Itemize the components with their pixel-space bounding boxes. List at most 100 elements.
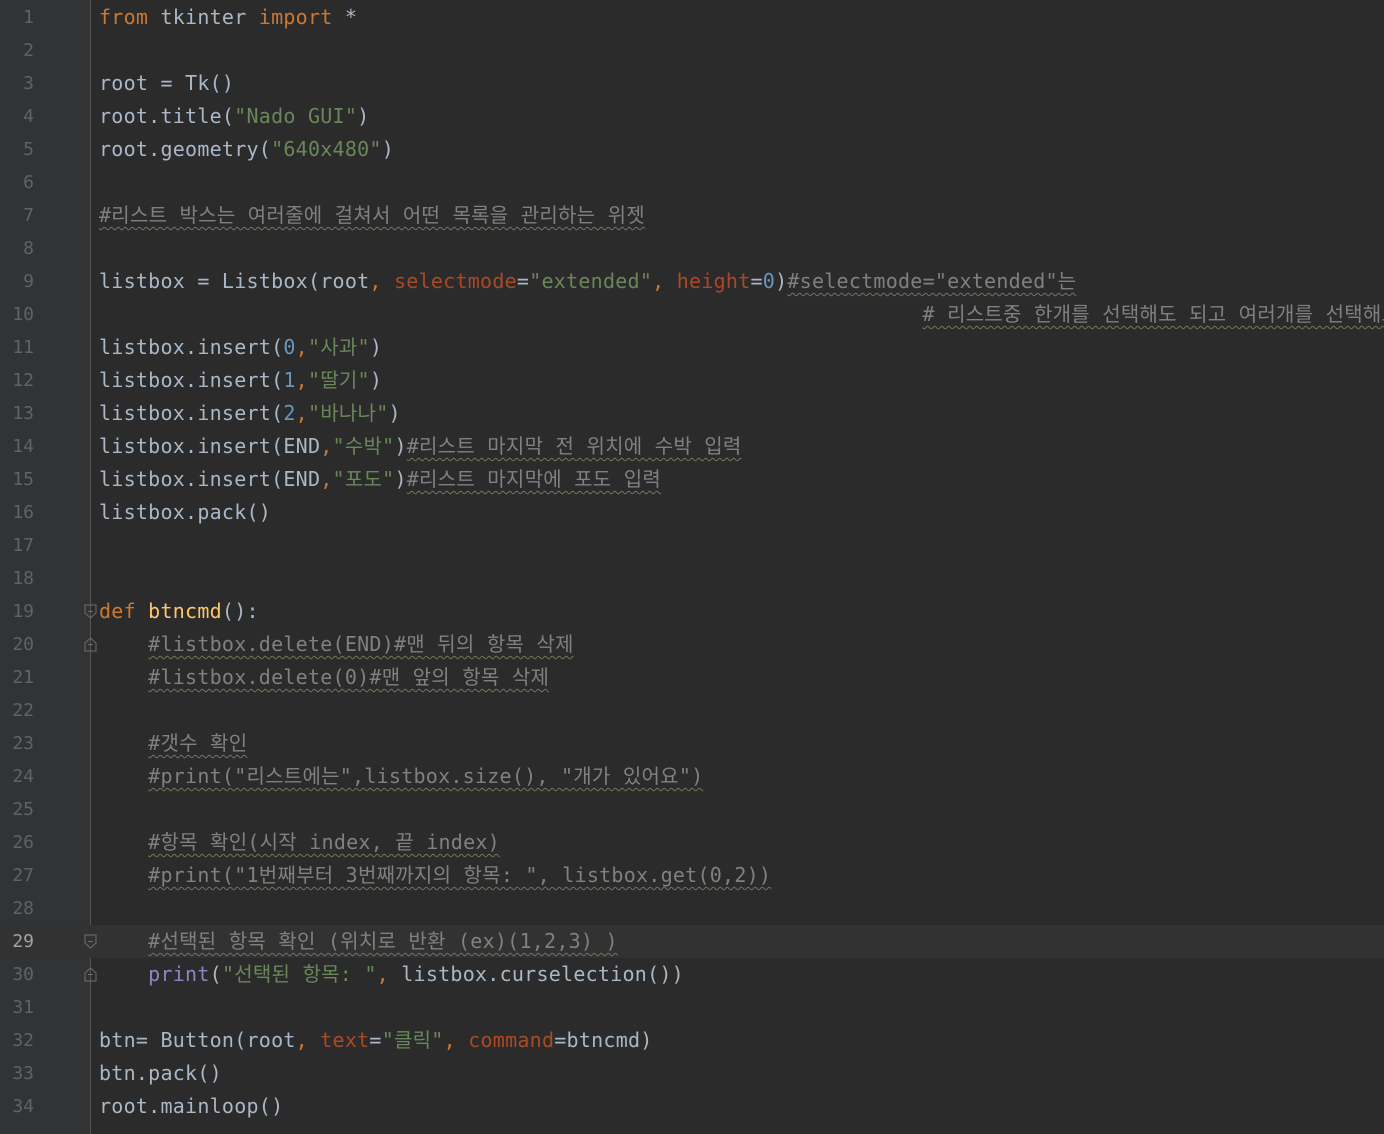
code-text[interactable]: listbox.pack() — [99, 496, 271, 529]
token-kw: from — [99, 5, 149, 29]
fold-marker-icon[interactable] — [84, 637, 97, 652]
line-number: 24 — [12, 766, 34, 787]
code-line[interactable]: 31 — [0, 991, 1384, 1024]
token-kw: , — [295, 368, 308, 392]
token-fn: btncmd — [148, 599, 222, 623]
code-line[interactable]: 8 — [0, 232, 1384, 265]
code-text[interactable]: # 리스트중 한개를 선택해도 되고 여러개를 선택해도된다 — [99, 298, 1384, 331]
token-text: ) — [394, 434, 407, 458]
code-line[interactable]: 14 listbox.insert(END,"수박")#리스트 마지막 전 위치에… — [0, 430, 1384, 463]
token-str: "선택된 항목: " — [221, 962, 377, 986]
code-text[interactable]: from tkinter import * — [99, 1, 357, 34]
token-text: ) — [394, 467, 407, 491]
line-number: 4 — [23, 106, 34, 127]
token-str: "클릭" — [381, 1028, 444, 1052]
line-number: 26 — [12, 832, 34, 853]
code-text[interactable]: listbox.insert(0,"사과") — [99, 331, 382, 364]
code-text[interactable]: #선택된 항목 확인 (위치로 반환 (ex)(1,2,3) ) — [99, 925, 618, 958]
code-text[interactable]: #print("리스트에는",listbox.size(), "개가 있어요") — [99, 760, 703, 793]
line-number: 27 — [12, 865, 34, 886]
code-line[interactable]: 18 — [0, 562, 1384, 595]
code-line[interactable]: 16 listbox.pack() — [0, 496, 1384, 529]
code-line[interactable]: 11 listbox.insert(0,"사과") — [0, 331, 1384, 364]
token-text: btn.pack() — [99, 1061, 222, 1085]
code-line[interactable]: 17 — [0, 529, 1384, 562]
token-kw: , — [369, 269, 394, 293]
code-text[interactable]: btn= Button(root, text="클릭", command=btn… — [99, 1024, 653, 1057]
fold-marker-icon[interactable] — [84, 604, 97, 619]
code-line[interactable]: 7 #리스트 박스는 여러줄에 걸쳐서 어떤 목록을 관리하는 위젯 — [0, 199, 1384, 232]
code-line[interactable]: 25 — [0, 793, 1384, 826]
code-text[interactable]: print("선택된 항목: ", listbox.curselection()… — [99, 958, 684, 991]
code-text[interactable]: root.title("Nado GUI") — [99, 100, 369, 133]
code-line[interactable]: 15 listbox.insert(END,"포도")#리스트 마지막에 포도 입… — [0, 463, 1384, 496]
code-text[interactable]: listbox.insert(END,"수박")#리스트 마지막 전 위치에 수… — [99, 430, 742, 463]
token-text: (): — [221, 599, 259, 623]
code-text[interactable]: def btncmd(): — [99, 595, 259, 628]
token-text: ( — [209, 962, 222, 986]
code-line[interactable]: 21 #listbox.delete(0)#맨 앞의 항목 삭제 — [0, 661, 1384, 694]
code-line[interactable]: 3 root = Tk() — [0, 67, 1384, 100]
token-text: ) — [381, 137, 394, 161]
code-line[interactable]: 29 #선택된 항목 확인 (위치로 반환 (ex)(1,2,3) ) — [0, 925, 1384, 958]
code-line[interactable]: 24 #print("리스트에는",listbox.size(), "개가 있어… — [0, 760, 1384, 793]
code-line[interactable]: 5 root.geometry("640x480") — [0, 133, 1384, 166]
code-text[interactable]: listbox.insert(1,"딸기") — [99, 364, 382, 397]
code-text[interactable]: btn.pack() — [99, 1057, 222, 1090]
line-number: 16 — [12, 502, 34, 523]
code-text[interactable]: root.mainloop() — [99, 1090, 283, 1123]
line-number: 33 — [12, 1063, 34, 1084]
code-line[interactable]: 30 print("선택된 항목: ", listbox.curselectio… — [0, 958, 1384, 991]
code-line[interactable]: 22 — [0, 694, 1384, 727]
code-text[interactable]: #listbox.delete(END)#맨 뒤의 항목 삭제 — [99, 628, 574, 661]
code-line[interactable]: 19 def btncmd(): — [0, 595, 1384, 628]
code-line[interactable]: 6 — [0, 166, 1384, 199]
code-line[interactable]: 32 btn= Button(root, text="클릭", command=b… — [0, 1024, 1384, 1057]
line-number: 29 — [12, 931, 34, 952]
code-line[interactable]: 34 root.mainloop() — [0, 1090, 1384, 1123]
code-line[interactable]: 13 listbox.insert(2,"바나나") — [0, 397, 1384, 430]
fold-marker-icon[interactable] — [84, 967, 97, 982]
code-text[interactable]: #리스트 박스는 여러줄에 걸쳐서 어떤 목록을 관리하는 위젯 — [99, 199, 645, 232]
code-line[interactable]: 28 — [0, 892, 1384, 925]
code-text[interactable]: listbox.insert(END,"포도")#리스트 마지막에 포도 입력 — [99, 463, 661, 496]
code-line[interactable]: 2 — [0, 34, 1384, 67]
code-text[interactable]: listbox = Listbox(root, selectmode="exte… — [99, 265, 1076, 298]
code-text[interactable]: #갯수 확인 — [99, 727, 247, 760]
token-cmt: #print("리스트에는",listbox.size(), "개가 있어요") — [148, 764, 704, 788]
token-param: height — [676, 269, 751, 293]
code-line[interactable]: 1 from tkinter import * — [0, 1, 1384, 34]
code-text[interactable]: root = Tk() — [99, 67, 234, 100]
line-number: 8 — [23, 238, 34, 259]
code-line[interactable]: 10 # 리스트중 한개를 선택해도 되고 여러개를 선택해도된다 — [0, 298, 1384, 331]
line-number: 17 — [12, 535, 34, 556]
token-kw: , — [320, 434, 333, 458]
token-text: =btncmd) — [554, 1028, 653, 1052]
code-line[interactable]: 4 root.title("Nado GUI") — [0, 100, 1384, 133]
token-bi: print — [148, 962, 210, 986]
token-param: selectmode — [394, 269, 517, 293]
fold-marker-icon[interactable] — [84, 934, 97, 949]
code-line[interactable]: 27 #print("1번째부터 3번째까지의 항목: ", listbox.g… — [0, 859, 1384, 892]
code-text[interactable]: #print("1번째부터 3번째까지의 항목: ", listbox.get(… — [99, 859, 771, 892]
line-number: 19 — [12, 601, 34, 622]
token-str: "수박" — [332, 434, 395, 458]
code-line[interactable]: 33 btn.pack() — [0, 1057, 1384, 1090]
code-text[interactable]: root.geometry("640x480") — [99, 133, 394, 166]
code-line[interactable]: 12 listbox.insert(1,"딸기") — [0, 364, 1384, 397]
code-line[interactable]: 9 listbox = Listbox(root, selectmode="ext… — [0, 265, 1384, 298]
code-text[interactable]: listbox.insert(2,"바나나") — [99, 397, 401, 430]
token-cmt: #리스트 마지막에 포도 입력 — [406, 467, 662, 491]
token-text: listbox.insert( — [99, 401, 284, 425]
token-text: listbox.insert( — [99, 368, 284, 392]
code-text[interactable]: #항목 확인(시작 index, 끝 index) — [99, 826, 500, 859]
code-line[interactable]: 20 #listbox.delete(END)#맨 뒤의 항목 삭제 — [0, 628, 1384, 661]
code-line[interactable]: 26 #항목 확인(시작 index, 끝 index) — [0, 826, 1384, 859]
code-editor[interactable]: 1 from tkinter import * 2 3 root = Tk() 4 root… — [0, 0, 1384, 1134]
code-text[interactable]: #listbox.delete(0)#맨 앞의 항목 삭제 — [99, 661, 549, 694]
code-line[interactable]: 23 #갯수 확인 — [0, 727, 1384, 760]
token-text: ) — [369, 335, 383, 359]
